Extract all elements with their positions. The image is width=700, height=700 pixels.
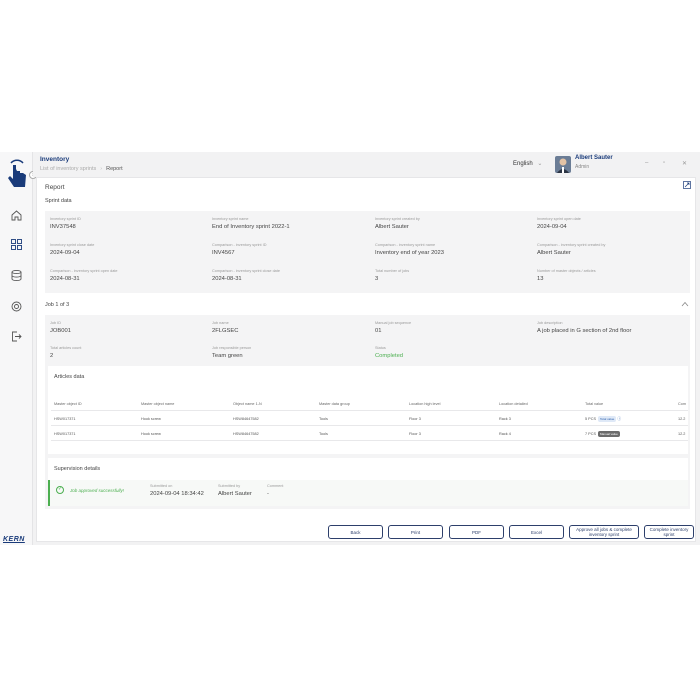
supervision-title: Supervision details xyxy=(54,466,101,472)
breadcrumb-current: Report xyxy=(106,166,123,172)
responsible-person-field: Job responsible person Team green xyxy=(212,346,252,359)
job-section-title: Job 1 of 3 xyxy=(45,302,70,308)
column-header: Master object ID xyxy=(54,402,82,406)
sprint-created-by-field: Inventory sprint created by Albert Sauter xyxy=(375,217,420,230)
database-icon[interactable] xyxy=(10,269,23,282)
status-badge: Completed xyxy=(375,353,404,359)
articles-table: Articles data Master object ID Master ob… xyxy=(48,366,688,454)
articles-count-field: Total articles count 2 xyxy=(50,346,82,359)
job-box: Job ID JOB001 Job name 2FLGSEC Manual job … xyxy=(45,315,690,509)
total-jobs-field: Total number of jobs 3 xyxy=(375,269,410,282)
articles-title: Articles data xyxy=(54,374,85,380)
comparison-sprint-id-field: Comparison - inventory sprint ID INV4567 xyxy=(212,243,267,256)
excel-button[interactable]: Excel xyxy=(509,525,564,539)
job-name-field: Job name 2FLGSEC xyxy=(212,321,239,334)
user-name[interactable]: Albert Sauter xyxy=(575,155,613,161)
master-objects-count-field: Number of master objects / articles 13 xyxy=(537,269,596,282)
column-header: Com xyxy=(678,402,687,406)
collapse-chevron-icon[interactable] xyxy=(681,301,689,307)
sidebar: › KERN xyxy=(0,152,37,545)
column-header: Location high level xyxy=(409,402,441,406)
logout-icon[interactable] xyxy=(10,330,23,343)
approve-all-button[interactable]: Approve all jobs & complete inventory sp… xyxy=(569,525,639,539)
print-button[interactable]: Print xyxy=(388,525,443,539)
touch-hand-icon xyxy=(8,159,26,187)
sprint-section-title: Sprint data xyxy=(45,198,72,204)
comparison-sprint-name-field: Comparison - inventory sprint name Invent… xyxy=(375,243,444,256)
sprint-close-date-field: Inventory sprint close date 2024-09-04 xyxy=(50,243,95,256)
check-circle-icon xyxy=(56,486,64,494)
kern-logo: KERN xyxy=(3,536,25,543)
sprint-id-field: Inventory sprint ID INV37548 xyxy=(50,217,81,230)
sprint-data-box: Inventory sprint ID INV37548 Inventory sp… xyxy=(45,211,690,293)
export-icon[interactable] xyxy=(683,181,691,189)
comment-field: Comment - xyxy=(267,484,284,497)
settings-icon[interactable] xyxy=(10,300,23,313)
approval-card: Job approved successfully! Submitted on2… xyxy=(48,480,688,506)
info-icon[interactable]: ⓘ xyxy=(617,417,621,421)
job-sequence-field: Manual job sequence 01 xyxy=(375,321,412,334)
comparison-close-date-field: Comparison - inventory sprint close date… xyxy=(212,269,280,282)
column-header: Master object name xyxy=(141,402,175,406)
status-field: Status Completed xyxy=(375,346,404,359)
submitted-on-field: Submitted on 2024-09-04 18:34:42 xyxy=(150,484,204,497)
comparison-created-by-field: Comparison - inventory sprint created by… xyxy=(537,243,606,256)
breadcrumb: List of inventory sprints › Report xyxy=(40,166,123,172)
close-icon[interactable]: ✕ xyxy=(682,160,687,167)
column-header: Master data group xyxy=(319,402,350,406)
sprint-open-date-field: Inventory sprint open date 2024-09-04 xyxy=(537,217,581,230)
column-header: Total value xyxy=(585,402,604,406)
maximize-icon[interactable]: ▫ xyxy=(663,160,665,166)
manual-value-tag: Manual value xyxy=(597,431,620,437)
language-select[interactable]: English ⌄ xyxy=(513,160,542,167)
column-header: Location detailed xyxy=(499,402,528,406)
user-role: Admin xyxy=(575,164,590,170)
back-button[interactable]: Back xyxy=(328,525,383,539)
total-value-tag: Total value xyxy=(597,416,617,422)
column-header: Object name 1-N xyxy=(233,402,262,406)
report-panel: Report Sprint data Inventory sprint ID IN… xyxy=(36,177,696,542)
app-title: Inventory xyxy=(40,156,70,163)
comparison-open-date-field: Comparison - inventory sprint open date 2… xyxy=(50,269,118,282)
job-id-field: Job ID JOB001 xyxy=(50,321,71,334)
breadcrumb-link[interactable]: List of inventory sprints xyxy=(40,166,96,172)
divider xyxy=(51,440,688,441)
minimize-icon[interactable]: – xyxy=(645,160,648,166)
app-window: › KERN Inventory List of inventory xyxy=(0,152,700,545)
top-header: Inventory List of inventory sprints › Repo… xyxy=(33,152,700,177)
chevron-down-icon: ⌄ xyxy=(537,161,543,167)
sprint-name-field: Inventory sprint name End of Inventory sp… xyxy=(212,217,290,230)
divider xyxy=(51,410,688,411)
chevron-right-icon: › xyxy=(100,166,103,172)
approval-message: Job approved successfully! xyxy=(70,488,125,493)
page-title: Report xyxy=(45,184,65,191)
complete-sprint-button[interactable]: Complete inventory sprint xyxy=(644,525,694,539)
home-icon[interactable] xyxy=(10,209,23,222)
language-label: English xyxy=(513,161,533,167)
pdf-button[interactable]: PDF xyxy=(449,525,504,539)
job-description-field: Job description A job placed in G section… xyxy=(537,321,632,334)
dashboard-icon[interactable] xyxy=(10,238,23,251)
supervision-panel: Supervision details Job approved success… xyxy=(48,458,688,506)
divider xyxy=(51,425,688,426)
avatar[interactable] xyxy=(555,156,571,173)
submitted-by-field: Submitted by Albert Sauter xyxy=(218,484,252,497)
